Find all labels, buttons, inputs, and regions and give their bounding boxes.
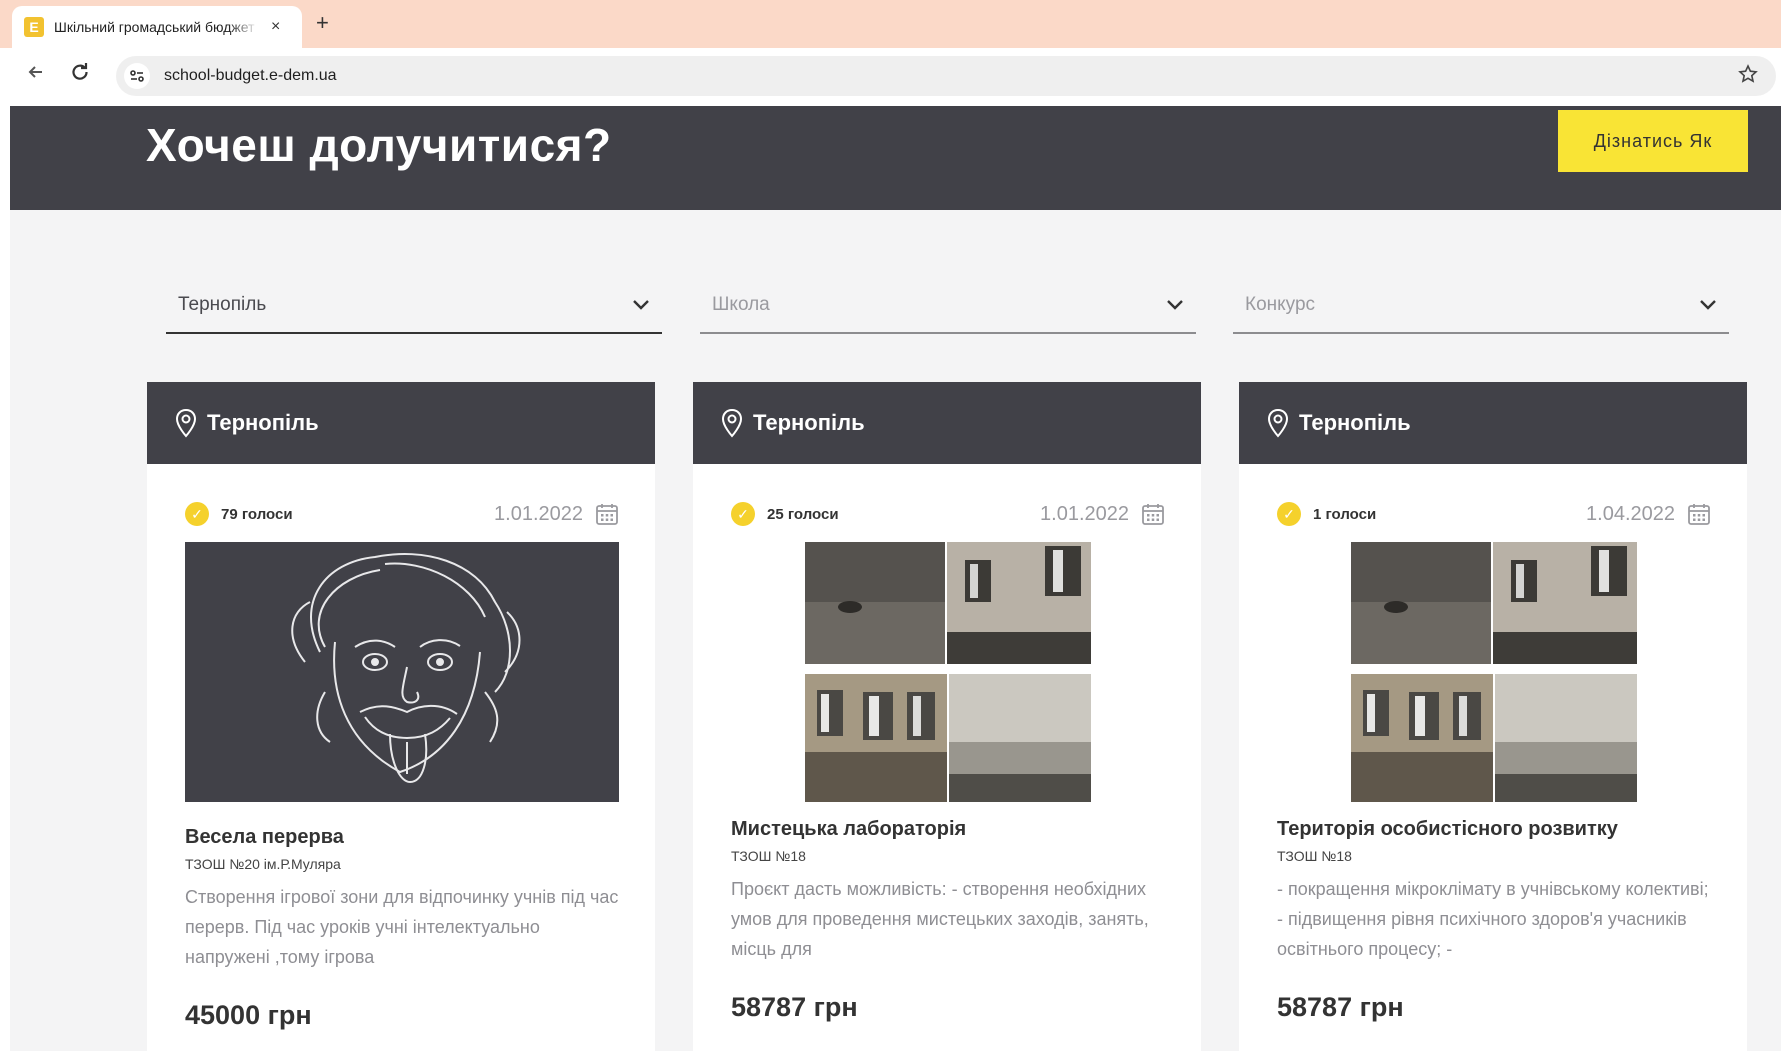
page-content: Хочеш долучитися? Дізнатись Як Тернопіль…	[10, 106, 1781, 1051]
new-tab-button[interactable]: +	[316, 10, 329, 36]
browser-window: E Шкільний громадський бюджет × + school…	[0, 0, 1781, 1051]
card-meta: ✓ 1 голоси 1.04.2022	[1277, 500, 1711, 528]
votes-count: 1 голоси	[1313, 505, 1377, 523]
calendar-icon	[1688, 504, 1710, 525]
card-header: Тернопіль	[1239, 382, 1747, 464]
address-bar[interactable]: school-budget.e-dem.ua	[116, 56, 1776, 96]
check-circle-icon: ✓	[731, 502, 755, 526]
project-image[interactable]	[1277, 542, 1711, 802]
einstein-illustration	[185, 542, 619, 802]
city-filter-value: Тернопіль	[178, 294, 267, 315]
location-pin-icon	[1267, 408, 1289, 438]
project-school: ТЗОШ №18	[1277, 848, 1352, 864]
project-price: 58787 грн	[731, 992, 858, 1022]
tab-close-icon[interactable]: ×	[271, 18, 280, 36]
project-school: ТЗОШ №20 ім.Р.Муляра	[185, 856, 341, 872]
project-title[interactable]: Територія особистісного розвитку	[1277, 818, 1618, 841]
banner-title: Хочеш долучитися?	[146, 119, 612, 171]
card-header: Тернопіль	[147, 382, 655, 464]
calendar-icon	[596, 504, 618, 525]
project-school: ТЗОШ №18	[731, 848, 806, 864]
city-filter-select[interactable]: Тернопіль	[166, 278, 662, 334]
project-description: Проєкт дасть можливість: - створення нео…	[731, 879, 1149, 959]
bookmark-star-icon[interactable]	[1738, 64, 1758, 90]
card-city: Тернопіль	[1299, 410, 1411, 435]
project-card[interactable]: Тернопіль ✓ 25 голоси 1.01.2022 Мистецьк…	[693, 382, 1201, 1051]
browser-tab[interactable]: E Шкільний громадський бюджет ×	[12, 6, 302, 48]
card-city: Тернопіль	[753, 410, 865, 435]
site-info-icon[interactable]	[124, 63, 150, 89]
project-card[interactable]: Тернопіль ✓ 1 голоси 1.04.2022 Територія…	[1239, 382, 1747, 1051]
card-date: 1.01.2022	[494, 502, 583, 525]
tab-title: Шкільний громадський бюджет	[54, 19, 255, 35]
building-damage-photo	[1351, 542, 1637, 802]
project-card[interactable]: Тернопіль ✓ 79 голоси 1.01.2022 Весела п…	[147, 382, 655, 1051]
chevron-down-icon	[632, 294, 650, 317]
votes-count: 79 голоси	[221, 505, 293, 523]
school-filter-placeholder: Школа	[712, 294, 770, 315]
card-date: 1.04.2022	[1586, 502, 1675, 525]
chevron-down-icon	[1699, 294, 1717, 317]
card-meta: ✓ 79 голоси 1.01.2022	[185, 500, 619, 528]
building-damage-photo	[805, 542, 1091, 802]
project-title[interactable]: Весела перерва	[185, 826, 344, 849]
back-arrow-icon[interactable]	[26, 62, 46, 88]
check-circle-icon: ✓	[185, 502, 209, 526]
location-pin-icon	[721, 408, 743, 438]
tab-strip: E Шкільний громадський бюджет × +	[0, 0, 1781, 48]
card-meta: ✓ 25 голоси 1.01.2022	[731, 500, 1165, 528]
project-description: - покращення мікроклімату в учнівському …	[1277, 879, 1709, 959]
project-title[interactable]: Мистецька лабораторія	[731, 818, 966, 841]
contest-filter-placeholder: Конкурс	[1245, 294, 1316, 315]
join-banner: Хочеш долучитися? Дізнатись Як	[10, 106, 1781, 210]
card-date: 1.01.2022	[1040, 502, 1129, 525]
site-favicon-icon: E	[24, 17, 44, 37]
contest-filter-select[interactable]: Конкурс	[1233, 278, 1729, 334]
calendar-icon	[1142, 504, 1164, 525]
url-text: school-budget.e-dem.ua	[164, 67, 337, 84]
school-filter-select[interactable]: Школа	[700, 278, 1196, 334]
check-circle-icon: ✓	[1277, 502, 1301, 526]
project-price: 58787 грн	[1277, 992, 1404, 1022]
project-description: Створення ігрової зони для відпочинку уч…	[185, 887, 619, 967]
chevron-down-icon	[1166, 294, 1184, 317]
browser-toolbar: school-budget.e-dem.ua	[0, 48, 1781, 106]
project-price: 45000 грн	[185, 1000, 312, 1030]
reload-icon[interactable]	[70, 62, 90, 88]
project-image[interactable]	[185, 542, 619, 802]
card-city: Тернопіль	[207, 410, 319, 435]
project-image[interactable]	[731, 542, 1165, 802]
learn-how-button[interactable]: Дізнатись Як	[1558, 110, 1748, 172]
votes-count: 25 голоси	[767, 505, 839, 523]
card-header: Тернопіль	[693, 382, 1201, 464]
location-pin-icon	[175, 408, 197, 438]
